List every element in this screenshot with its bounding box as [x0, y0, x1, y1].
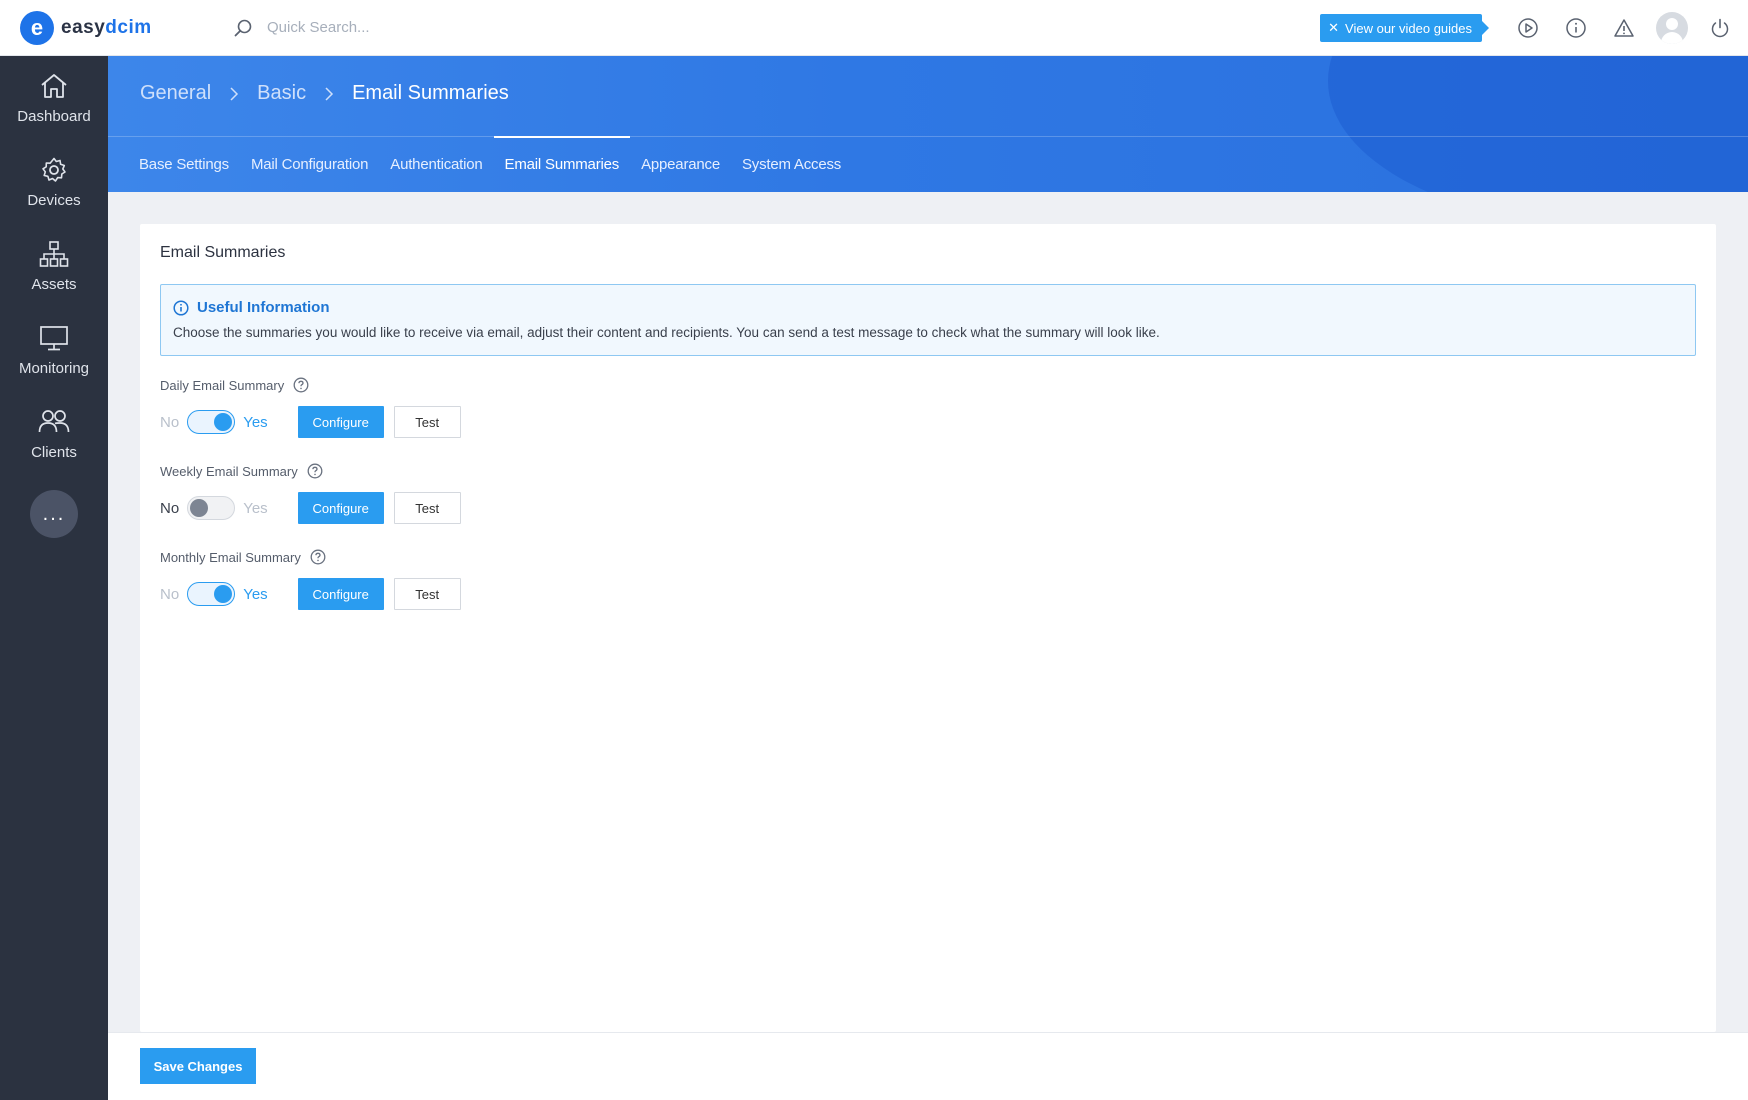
weekly-summary-toggle[interactable]: [187, 496, 236, 520]
setting-label-text: Weekly Email Summary: [160, 463, 298, 479]
setting-controls: No Yes Configure Test: [160, 406, 461, 438]
breadcrumb-email-summaries: Email Summaries: [352, 82, 509, 104]
chevron-right-icon: [229, 86, 243, 101]
toggle-no-label[interactable]: No: [160, 586, 179, 603]
search-icon[interactable]: [231, 16, 255, 40]
setting-label: Monthly Email Summary: [160, 548, 461, 566]
alert-icon[interactable]: [1600, 0, 1648, 56]
sidebar-item-label: Assets: [31, 275, 77, 293]
tab-mail-configuration[interactable]: Mail Configuration: [240, 136, 379, 192]
help-icon[interactable]: [309, 548, 327, 566]
setting-label-text: Monthly Email Summary: [160, 549, 301, 565]
daily-summary-toggle[interactable]: [187, 410, 236, 434]
configure-button[interactable]: Configure: [297, 578, 384, 610]
test-button[interactable]: Test: [393, 492, 461, 524]
logo[interactable]: e easydcim: [20, 10, 200, 45]
tab-system-access[interactable]: System Access: [731, 136, 852, 192]
setting-controls: No Yes Configure Test: [160, 578, 461, 610]
toggle-no-label[interactable]: No: [160, 414, 179, 431]
users-icon: [38, 409, 70, 432]
card-title: Email Summaries: [160, 244, 286, 261]
sidebar-item-label: Clients: [31, 443, 77, 461]
sidebar-item-label: Dashboard: [17, 107, 91, 125]
save-changes-button[interactable]: Save Changes: [140, 1048, 256, 1084]
sidebar-item-devices[interactable]: Devices: [0, 140, 108, 224]
close-icon[interactable]: ✕: [1328, 20, 1339, 36]
help-icon[interactable]: [306, 462, 324, 480]
logo-text-dcim: dcim: [105, 16, 152, 38]
toggle-yes-label[interactable]: Yes: [243, 586, 267, 603]
top-right-actions: ✕ View our video guides: [1320, 0, 1748, 56]
info-icon[interactable]: [1552, 0, 1600, 56]
configure-button[interactable]: Configure: [297, 492, 384, 524]
tab-email-summaries[interactable]: Email Summaries: [493, 136, 631, 192]
setting-label: Weekly Email Summary: [160, 462, 461, 480]
toggle-knob: [190, 499, 209, 517]
header-decoration: [1328, 56, 1748, 192]
footer-bar: Save Changes: [108, 1032, 1748, 1100]
breadcrumb: General Basic Email Summaries: [140, 82, 509, 105]
sidebar-item-assets[interactable]: Assets: [0, 224, 108, 308]
sidebar-item-dashboard[interactable]: Dashboard: [0, 56, 108, 140]
help-icon[interactable]: [292, 376, 310, 394]
chevron-right-icon: [324, 86, 338, 101]
toggle-yes-label[interactable]: Yes: [243, 500, 267, 517]
logo-text-easy: easy: [61, 16, 106, 38]
toggle-knob: [214, 585, 233, 603]
logo-text: easydcim: [61, 17, 152, 39]
video-guides-button[interactable]: ✕ View our video guides: [1320, 14, 1489, 42]
configure-button[interactable]: Configure: [297, 406, 384, 438]
power-icon[interactable]: [1696, 0, 1744, 56]
setting-controls: No Yes Configure Test: [160, 492, 461, 524]
gear-icon: [42, 157, 66, 182]
sidebar-item-label: Monitoring: [18, 359, 90, 377]
toggle-no-label[interactable]: No: [160, 500, 179, 517]
sidebar-more-button[interactable]: ...: [30, 490, 78, 538]
info-text: Choose the summaries you would like to r…: [173, 325, 1160, 340]
home-icon: [41, 73, 67, 98]
info-title: Useful Information: [197, 299, 330, 316]
info-box: Useful Information Choose the summaries …: [160, 284, 1696, 356]
tab-authentication[interactable]: Authentication: [379, 136, 493, 192]
breadcrumb-general[interactable]: General: [140, 82, 211, 105]
sidebar-item-clients[interactable]: Clients: [0, 392, 108, 476]
play-icon[interactable]: [1504, 0, 1552, 56]
setting-monthly-email-summary: Monthly Email Summary No Yes Configure T…: [160, 548, 461, 610]
avatar[interactable]: [1656, 12, 1688, 44]
setting-label-text: Daily Email Summary: [160, 377, 285, 393]
test-button[interactable]: Test: [393, 406, 461, 438]
setting-label: Daily Email Summary: [160, 376, 461, 394]
user-menu[interactable]: [1648, 0, 1696, 56]
sidebar-item-monitoring[interactable]: Monitoring: [0, 308, 108, 392]
page-header: General Basic Email Summaries Base Setti…: [108, 56, 1748, 192]
info-icon: [173, 299, 189, 316]
settings-tabs: Base Settings Mail Configuration Authent…: [128, 136, 852, 192]
video-guides-label: View our video guides: [1345, 20, 1472, 36]
toggle-knob: [214, 413, 233, 431]
tab-appearance[interactable]: Appearance: [630, 136, 731, 192]
search-input[interactable]: [267, 19, 687, 36]
info-header: Useful Information: [173, 299, 330, 316]
logo-badge: e: [20, 10, 54, 45]
toggle-yes-label[interactable]: Yes: [243, 414, 267, 431]
setting-daily-email-summary: Daily Email Summary No Yes Configure Tes…: [160, 376, 461, 438]
hierarchy-icon: [39, 240, 69, 267]
monitor-icon: [40, 325, 68, 350]
test-button[interactable]: Test: [393, 578, 461, 610]
breadcrumb-basic[interactable]: Basic: [257, 82, 306, 105]
monthly-summary-toggle[interactable]: [187, 582, 236, 606]
email-summaries-card: Email Summaries Useful Information Choos…: [140, 224, 1716, 1032]
top-bar: e easydcim ✕ View our video guides: [0, 0, 1748, 56]
tab-base-settings[interactable]: Base Settings: [128, 136, 240, 192]
setting-weekly-email-summary: Weekly Email Summary No Yes Configure Te…: [160, 462, 461, 524]
sidebar: Dashboard Devices Assets Monitoring Clie…: [0, 56, 108, 1100]
sidebar-item-label: Devices: [27, 191, 81, 209]
